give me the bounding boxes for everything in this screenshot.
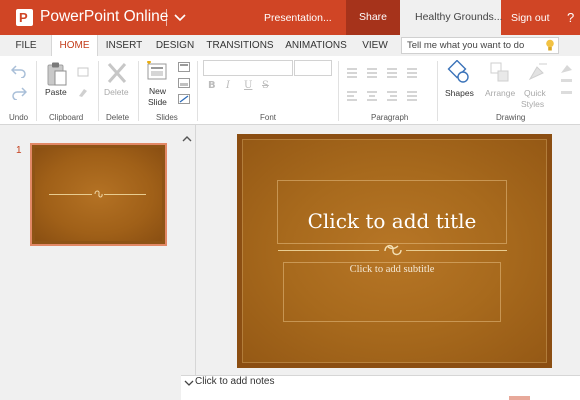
group-separator <box>138 61 139 121</box>
group-separator <box>36 61 37 121</box>
font-name-dropdown[interactable] <box>203 60 293 76</box>
title-bar: P PowerPoint Online Presentation... Shar… <box>0 0 580 35</box>
strikethrough-button[interactable]: S <box>262 80 269 91</box>
quick-styles-label-line1[interactable]: Quick <box>524 88 546 98</box>
quick-styles-label-line2[interactable]: Styles <box>521 99 544 109</box>
new-slide-label-line2[interactable]: Slide <box>148 97 167 107</box>
app-name[interactable]: PowerPoint Online <box>40 8 168 26</box>
tab-home[interactable]: HOME <box>51 35 98 56</box>
layout-icon[interactable] <box>178 62 190 72</box>
format-painter-icon[interactable] <box>77 86 89 98</box>
tab-file[interactable]: FILE <box>10 35 42 56</box>
italic-button[interactable]: I <box>226 80 230 91</box>
shapes-label[interactable]: Shapes <box>445 88 474 98</box>
group-label-slides: Slides <box>156 113 178 122</box>
group-separator <box>437 61 438 121</box>
ribbon: Undo Paste Clipboard Delete Delete New S… <box>0 56 580 125</box>
tab-view[interactable]: VIEW <box>358 35 392 56</box>
tab-transitions[interactable]: TRANSITIONS <box>206 35 274 56</box>
user-account-button[interactable]: Healthy Grounds... <box>400 0 503 35</box>
quick-styles-icon[interactable] <box>527 61 549 85</box>
group-label-clipboard: Clipboard <box>49 113 84 122</box>
scroll-up-icon[interactable] <box>181 133 193 145</box>
document-name[interactable]: Presentation... <box>264 12 332 24</box>
bold-button[interactable]: B <box>208 80 216 91</box>
thumbnail-ornament-line <box>49 194 92 195</box>
duplicate-slide-icon[interactable] <box>178 78 190 88</box>
slide-number: 1 <box>16 145 22 156</box>
cut-icon[interactable] <box>77 66 89 78</box>
arrange-icon[interactable] <box>489 61 511 85</box>
hide-slide-icon[interactable] <box>178 94 190 104</box>
group-label-undo: Undo <box>9 113 29 122</box>
tab-insert[interactable]: INSERT <box>102 35 146 56</box>
shapes-icon[interactable] <box>446 60 472 84</box>
group-separator <box>98 61 99 121</box>
tell-me-input[interactable]: Tell me what you want to do <box>401 37 559 54</box>
underline-button[interactable]: U <box>244 80 252 91</box>
redo-icon[interactable] <box>11 86 27 100</box>
sign-out-link[interactable]: Sign out <box>511 12 550 24</box>
arrange-label[interactable]: Arrange <box>485 88 515 98</box>
thumbnail-ornament-line <box>104 194 146 195</box>
slide-title-placeholder[interactable]: Click to add title <box>277 209 507 233</box>
logo-letter: P <box>19 10 28 25</box>
title-divider <box>166 9 167 26</box>
slide-thumbnail[interactable] <box>30 143 167 246</box>
group-label-font: Font <box>260 113 277 122</box>
font-size-dropdown[interactable] <box>294 60 332 76</box>
group-label-drawing: Drawing <box>496 113 526 122</box>
help-icon[interactable]: ? <box>567 10 574 25</box>
undo-icon[interactable] <box>11 64 27 78</box>
group-label-paragraph: Paragraph <box>371 113 409 122</box>
tab-animations[interactable]: ANIMATIONS <box>283 35 349 56</box>
shape-fill-outline-icon[interactable] <box>558 61 576 105</box>
delete-x-icon[interactable] <box>107 62 127 84</box>
paste-label[interactable]: Paste <box>45 87 67 97</box>
tab-design[interactable]: DESIGN <box>153 35 197 56</box>
flourish-ornament-icon <box>384 244 402 256</box>
paste-icon[interactable] <box>46 61 68 87</box>
lightbulb-icon <box>546 39 554 51</box>
powerpoint-logo-icon[interactable]: P <box>16 9 33 26</box>
thumbnail-ornament-icon <box>94 190 103 198</box>
group-separator <box>338 61 339 121</box>
group-label-delete: Delete <box>106 113 130 122</box>
group-separator <box>197 61 198 121</box>
notes-placeholder[interactable]: Click to add notes <box>195 376 275 387</box>
new-slide-label-line1[interactable]: New <box>149 86 166 96</box>
new-slide-icon[interactable] <box>146 61 168 81</box>
paragraph-controls-icon[interactable] <box>345 66 433 106</box>
chevron-down-icon[interactable] <box>172 10 188 26</box>
ornament-line-left <box>278 250 379 251</box>
delete-label[interactable]: Delete <box>104 87 129 97</box>
share-button[interactable]: Share <box>346 0 400 35</box>
ornament-line-right <box>406 250 507 251</box>
notes-accent-bar <box>509 396 530 400</box>
chevron-down-icon[interactable] <box>184 378 194 388</box>
slide-subtitle-placeholder[interactable]: Click to add subtitle <box>283 264 501 275</box>
